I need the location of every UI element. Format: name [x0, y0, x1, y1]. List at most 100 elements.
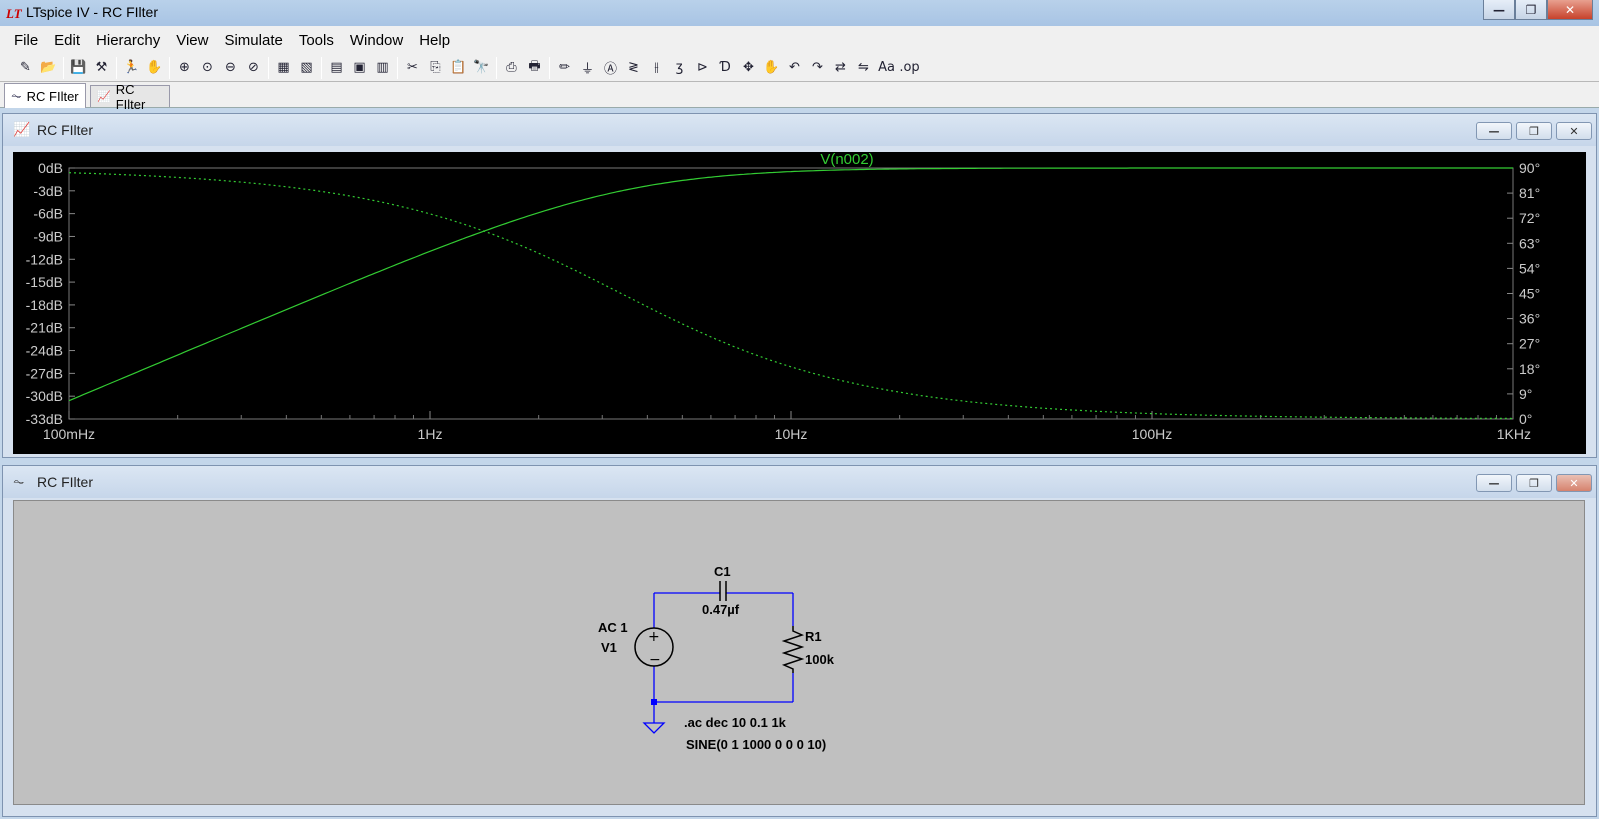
- y-right-tick-label: 27°: [1519, 336, 1540, 352]
- zoom-cancel-icon[interactable]: ⊘: [242, 57, 265, 79]
- y-left-tick-label: -15dB: [26, 274, 63, 290]
- menu-file[interactable]: File: [8, 32, 44, 49]
- title-bar[interactable]: LT LTspice IV - RC FIlter — ❐ ✕: [0, 0, 1599, 26]
- waveform-plot[interactable]: 100mHz 1Hz 10Hz 100Hz 1KHz 0dB -3dB -6dB -9dB -12…: [13, 152, 1586, 454]
- find-icon[interactable]: 🔭: [470, 57, 493, 79]
- ground-symbol[interactable]: [642, 722, 666, 734]
- drag-icon[interactable]: ✋: [760, 57, 783, 79]
- cut-icon[interactable]: ✂: [401, 57, 424, 79]
- ground-icon[interactable]: ⏚: [576, 57, 599, 79]
- control-panel-icon[interactable]: ⚒: [90, 57, 113, 79]
- close-all-icon[interactable]: ▥: [371, 57, 394, 79]
- minimize-button[interactable]: —: [1483, 0, 1515, 20]
- save-icon[interactable]: 💾: [67, 57, 90, 79]
- y-right-tick-label: 45°: [1519, 286, 1540, 302]
- spice-directive-icon[interactable]: .op: [898, 57, 921, 79]
- y-right-tick-label: 18°: [1519, 361, 1540, 377]
- menu-tools[interactable]: Tools: [293, 32, 340, 49]
- tab-schematic[interactable]: ⏦ RC FIlter: [4, 83, 86, 108]
- move-icon[interactable]: ✥: [737, 57, 760, 79]
- x-tick-label: 1KHz: [1497, 426, 1531, 442]
- plot-window-title-bar[interactable]: 📈 RC FIlter — ❐ ✕: [3, 114, 1596, 146]
- print-setup-icon[interactable]: ⎙: [500, 57, 523, 79]
- y-right-tick-label: 9°: [1519, 386, 1532, 402]
- y-left-tick-label: 0dB: [38, 160, 63, 176]
- cascade-icon[interactable]: ▣: [348, 57, 371, 79]
- copy-icon[interactable]: ⎘: [424, 57, 447, 79]
- y-right-tick-label: 0°: [1519, 411, 1532, 427]
- schematic-canvas[interactable]: C1 0.47µf R1 100k + − AC 1 V1 .ac dec 10…: [13, 500, 1585, 805]
- toolbar-separator: [549, 56, 550, 79]
- menu-hierarchy[interactable]: Hierarchy: [90, 32, 166, 49]
- menu-help[interactable]: Help: [413, 32, 456, 49]
- y-left-tick-label: -30dB: [26, 388, 63, 404]
- plot-settings-icon[interactable]: ▦: [272, 57, 295, 79]
- component-icon[interactable]: Ɗ: [714, 57, 737, 79]
- v1-value: AC 1: [598, 620, 628, 635]
- resistor-r1[interactable]: R1 100k: [781, 626, 835, 673]
- directive-ac[interactable]: .ac dec 10 0.1 1k: [684, 715, 787, 730]
- y-right-tick-label: 90°: [1519, 160, 1540, 176]
- diode-icon[interactable]: ⊳: [691, 57, 714, 79]
- close-button[interactable]: ✕: [1547, 0, 1593, 20]
- junction-dot: [651, 699, 657, 705]
- schematic-window-title: RC FIlter: [37, 474, 93, 490]
- halt-icon[interactable]: ✋: [143, 57, 166, 79]
- y-left-tick-label: -27dB: [26, 365, 63, 381]
- open-icon[interactable]: 📂: [37, 57, 60, 79]
- schematic-window[interactable]: ⏦ RC FIlter — ❐ ✕ C1 0.47µf R1 100k + − …: [2, 465, 1597, 817]
- menu-view[interactable]: View: [170, 32, 214, 49]
- schematic-window-title-bar[interactable]: ⏦ RC FIlter — ❐ ✕: [3, 466, 1596, 498]
- schematic-drawing[interactable]: C1 0.47µf R1 100k + − AC 1 V1 .ac dec 10…: [14, 501, 1584, 804]
- autorange-icon[interactable]: ▧: [295, 57, 318, 79]
- resistor-icon[interactable]: ≷: [622, 57, 645, 79]
- paste-icon[interactable]: 📋: [447, 57, 470, 79]
- resistor-zigzag: [781, 626, 805, 673]
- draw-wire-icon[interactable]: ✏: [553, 57, 576, 79]
- y-left-tick-label: -33dB: [26, 411, 63, 427]
- schematic-close-button[interactable]: ✕: [1556, 474, 1592, 492]
- redo-icon[interactable]: ↷: [806, 57, 829, 79]
- schematic-icon: ⏦: [13, 474, 25, 490]
- plot-minimize-button[interactable]: —: [1476, 122, 1512, 140]
- schematic-minimize-button[interactable]: —: [1476, 474, 1512, 492]
- menu-simulate[interactable]: Simulate: [218, 32, 288, 49]
- toolbar: ✎ 📂 💾 ⚒ 🏃 ✋ ⊕ ⊙ ⊖ ⊘ ▦ ▧ ▤ ▣ ▥ ✂ ⎘ 📋 🔭 ⎙ 🖶 ✏ ⏚ Ⓐ ≷ ⫲ ʒ ⊳ Ɗ ✥ ✋ ↶ ↷ ⇄ ⇋ Aa .op: [0, 54, 1599, 82]
- menu-window[interactable]: Window: [344, 32, 409, 49]
- label-net-icon[interactable]: Ⓐ: [599, 57, 622, 79]
- zoom-pan-icon[interactable]: ⊙: [196, 57, 219, 79]
- tab-waveform[interactable]: 📈 RC FIlter: [90, 82, 170, 112]
- plot-window-title: RC FIlter: [37, 122, 93, 138]
- directive-sine[interactable]: SINE(0 1 1000 0 0 0 10): [686, 737, 826, 752]
- zoom-out-icon[interactable]: ⊖: [219, 57, 242, 79]
- plot-restore-button[interactable]: ❐: [1516, 122, 1552, 140]
- y-left-tick-label: -9dB: [33, 228, 63, 244]
- restore-button[interactable]: ❐: [1515, 0, 1547, 20]
- new-schematic-icon[interactable]: ✎: [14, 57, 37, 79]
- ltspice-window: LT LTspice IV - RC FIlter — ❐ ✕ File Edit…: [0, 0, 1599, 819]
- y-left-tick-label: -24dB: [26, 343, 63, 359]
- print-icon[interactable]: 🖶: [523, 57, 546, 79]
- zoom-in-icon[interactable]: ⊕: [173, 57, 196, 79]
- waveform-icon: 📈: [97, 91, 111, 103]
- voltage-source-v1[interactable]: + − AC 1 V1: [598, 620, 674, 668]
- tile-horizontal-icon[interactable]: ▤: [325, 57, 348, 79]
- text-icon[interactable]: Aa: [875, 57, 898, 79]
- capacitor-icon[interactable]: ⫲: [645, 57, 668, 79]
- y-right-tick-label: 72°: [1519, 210, 1540, 226]
- plot-window[interactable]: 📈 RC FIlter — ❐ ✕ 100mHz 1Hz 10Hz 100Hz 1KHz…: [2, 113, 1597, 458]
- rotate-icon[interactable]: ⇄: [829, 57, 852, 79]
- y-right-tick-label: 54°: [1519, 260, 1540, 276]
- schematic-window-controls: — ❐ ✕: [1476, 474, 1592, 492]
- menu-edit[interactable]: Edit: [48, 32, 86, 49]
- x-tick-label: 100Hz: [1132, 426, 1172, 442]
- inductor-icon[interactable]: ʒ: [668, 57, 691, 79]
- mirror-icon[interactable]: ⇋: [852, 57, 875, 79]
- r1-value: 100k: [805, 652, 835, 667]
- capacitor-c1[interactable]: C1 0.47µf: [702, 564, 740, 617]
- undo-icon[interactable]: ↶: [783, 57, 806, 79]
- toolbar-separator: [268, 56, 269, 79]
- schematic-restore-button[interactable]: ❐: [1516, 474, 1552, 492]
- plot-close-button[interactable]: ✕: [1556, 122, 1592, 140]
- run-icon[interactable]: 🏃: [120, 57, 143, 79]
